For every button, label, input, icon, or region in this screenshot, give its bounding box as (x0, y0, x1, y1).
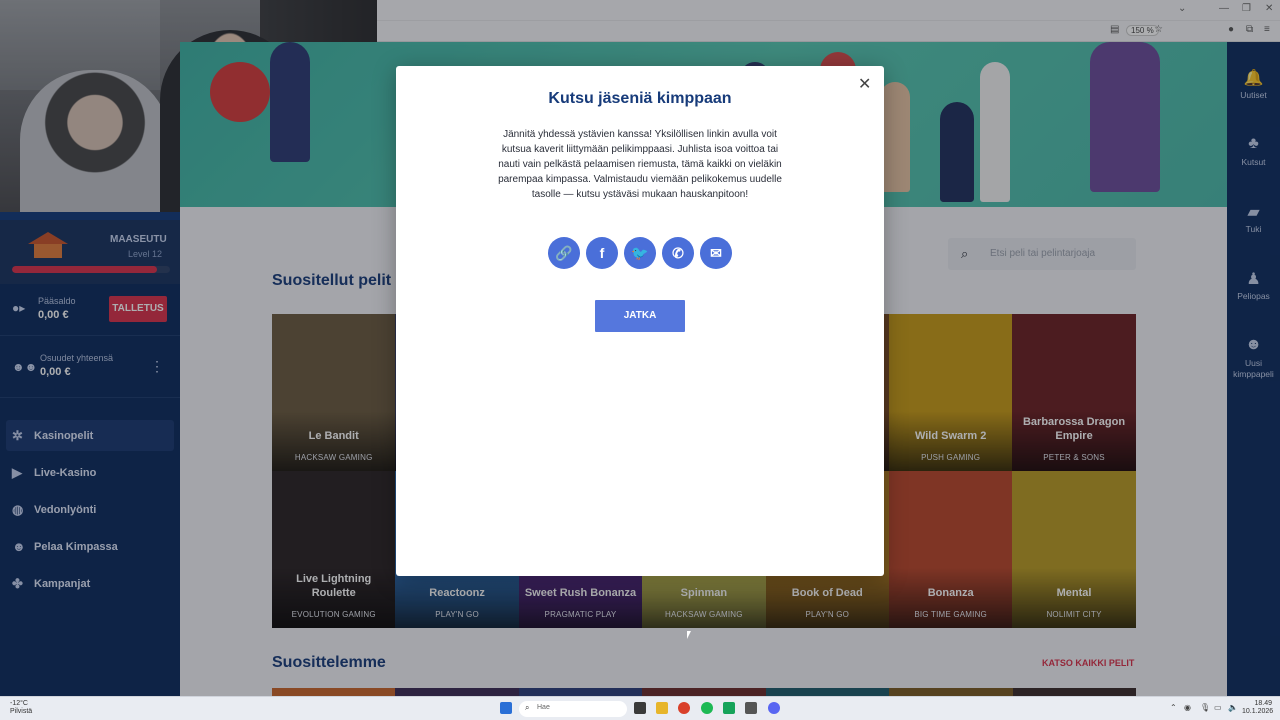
settings-app-icon[interactable] (745, 702, 757, 714)
taskbar-search[interactable]: ⌕ Hae (519, 701, 627, 717)
taskbar-search-placeholder: Hae (537, 704, 550, 711)
file-explorer-icon[interactable] (656, 702, 668, 714)
modal-body-text: Jännitä yhdessä ystävien kanssa! Yksilöl… (498, 129, 782, 200)
tray-chevron-icon[interactable]: ⌃ (1170, 703, 1177, 712)
browser-icon[interactable] (678, 702, 690, 714)
clock-date: 10.1.2026 (1242, 708, 1274, 715)
twitter-icon[interactable]: 🐦 (624, 237, 656, 269)
weather-text: Pilvistä (10, 708, 33, 715)
clock-time: 18.49 (1254, 700, 1272, 707)
mouse-cursor (687, 631, 691, 639)
weather-widget[interactable]: -12°C Pilvistä (10, 700, 32, 716)
whatsapp-icon[interactable]: ✆ (662, 237, 694, 269)
task-view-icon[interactable] (634, 702, 646, 714)
facebook-icon[interactable]: f (586, 237, 618, 269)
start-icon[interactable] (500, 702, 512, 714)
screen: ⌄ — ❐ ✕ ▤ 150 % ☆ ● ⧉ ≡ MAASEUTU Level 1… (0, 0, 1280, 720)
discord-icon[interactable] (768, 702, 780, 714)
microphone-icon[interactable]: 🎙 (1200, 703, 1210, 712)
search-icon: ⌕ (525, 703, 530, 712)
app-icon[interactable] (723, 702, 735, 714)
taskbar-clock[interactable]: 18.49 10.1.2026 (1242, 700, 1274, 716)
email-icon[interactable]: ✉ (700, 237, 732, 269)
weather-temp: -12°C (10, 700, 28, 707)
network-icon[interactable]: ▭ (1214, 703, 1222, 712)
link-icon[interactable]: 🔗 (548, 237, 580, 269)
invite-modal: ✕ Kutsu jäseniä kimppaan Jännitä yhdessä… (396, 66, 884, 576)
share-buttons: 🔗 f 🐦 ✆ ✉ (548, 237, 732, 269)
tray-app-icon[interactable]: ◉ (1184, 703, 1191, 712)
modal-title: Kutsu jäseniä kimppaan (548, 90, 732, 107)
windows-taskbar: -12°C Pilvistä ⌕ Hae ⌃ ◉ 🎙 ▭ 🔈 18.49 10.1… (0, 696, 1280, 720)
spotify-icon[interactable] (701, 702, 713, 714)
volume-icon[interactable]: 🔈 (1228, 703, 1238, 712)
continue-button[interactable]: JATKA (595, 300, 685, 332)
